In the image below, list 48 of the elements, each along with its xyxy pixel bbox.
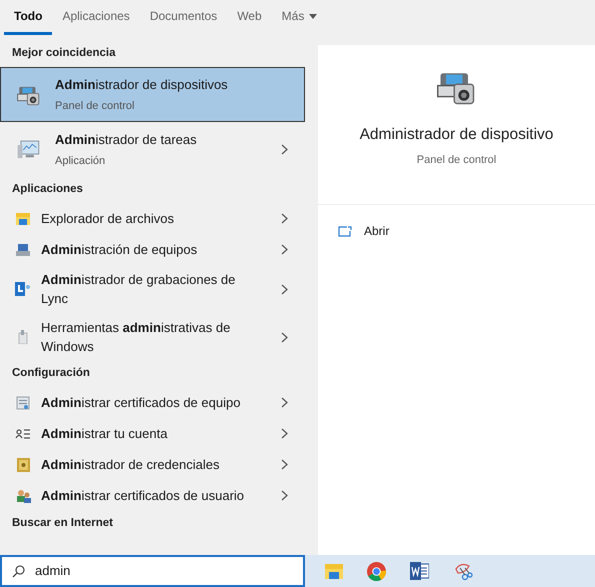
caret-icon — [309, 14, 318, 18]
result-title: Explorador de archivos — [41, 210, 175, 228]
result-subtitle: Panel de control — [55, 98, 136, 114]
search-input[interactable]: admin — [35, 561, 303, 581]
result-title: Herramientas administrativas de Windows — [41, 319, 232, 356]
tab[interactable]: Aplicaciones — [52, 0, 140, 35]
folder-icon[interactable] — [325, 564, 343, 578]
result-item[interactable]: Administrador de dispositivos Panel de control — [0, 67, 305, 122]
result-title: Administrar certificados de usuario — [41, 487, 246, 505]
result-item[interactable]: Administrador de tareas Aplicación — [0, 122, 305, 177]
folder-icon — [16, 212, 30, 224]
preview-title: Administrador de dispositivo — [360, 125, 554, 145]
result-title: Administrador de dispositivos — [55, 76, 229, 94]
result-title: Administrar tu cuenta — [41, 425, 168, 443]
result-item[interactable]: Administrar certificados de equipo — [0, 387, 305, 418]
result-title: Administrador de tareas — [55, 131, 198, 149]
result-subtitle: Aplicación — [55, 154, 106, 168]
search-field[interactable]: admin — [0, 555, 305, 587]
account-icon — [15, 428, 31, 438]
result-title: Administrador de grabaciones de Lync — [41, 271, 236, 308]
scissors-icon[interactable] — [453, 561, 473, 581]
result-item[interactable]: Administración de equipos — [0, 234, 305, 265]
section-header: Aplicaciones — [11, 182, 84, 198]
word-icon[interactable] — [410, 562, 429, 580]
section-header: Mejor coincidencia — [11, 46, 117, 62]
open-action[interactable]: Abrir — [338, 219, 595, 243]
result-item[interactable]: Administrador de credenciales — [0, 449, 305, 480]
result-item[interactable]: Administrador de grabaciones de Lync — [0, 265, 305, 313]
preview-subtitle: Panel de control — [416, 153, 496, 168]
tab[interactable]: Web — [227, 0, 272, 35]
section-header: Buscar en Internet — [11, 516, 114, 532]
section-header: Configuración — [11, 366, 91, 382]
certificate-icon — [16, 396, 30, 410]
result-item[interactable]: Explorador de archivos — [0, 203, 305, 234]
tab[interactable]: Documentos — [140, 0, 228, 35]
result-item[interactable]: Administrar certificados de usuario — [0, 480, 305, 511]
result-item[interactable]: Herramientas administrativas de Windows — [0, 313, 305, 361]
users-icon — [16, 488, 30, 502]
result-title: Administración de equipos — [41, 241, 198, 259]
result-item[interactable]: Administrar tu cuenta — [0, 418, 305, 449]
result-title: Administrador de credenciales — [41, 456, 220, 474]
open-icon — [338, 226, 352, 236]
computer-management-icon — [16, 242, 30, 256]
browser-icon[interactable] — [367, 562, 386, 580]
tools-icon — [17, 330, 29, 344]
search-icon — [12, 564, 25, 578]
more-tab[interactable]: Más — [272, 0, 328, 35]
result-title: Administrar certificados de equipo — [41, 394, 242, 412]
